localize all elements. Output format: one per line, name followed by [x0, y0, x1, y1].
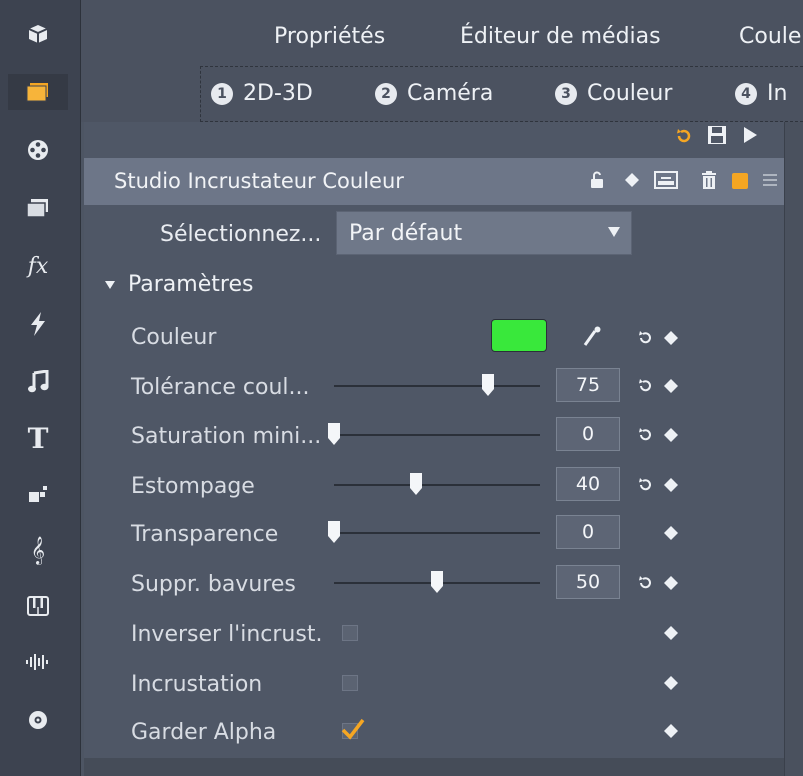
- step-2d3d[interactable]: 1 2D-3D: [211, 81, 313, 106]
- treble-clef-icon[interactable]: 𝄞: [20, 532, 56, 568]
- reset-icon[interactable]: [636, 476, 654, 494]
- slider-thumb[interactable]: [328, 521, 340, 543]
- keyframe-icon[interactable]: [664, 676, 678, 690]
- param-label-saturation: Saturation mini...: [131, 424, 322, 449]
- save-icon[interactable]: [707, 125, 727, 145]
- saturation-slider[interactable]: [328, 423, 540, 445]
- dropdown-arrow-icon: [608, 227, 620, 237]
- mosaic-icon[interactable]: [20, 476, 56, 512]
- param-label-couleur: Couleur: [131, 325, 217, 350]
- param-label-transparence: Transparence: [131, 522, 279, 547]
- estompage-slider[interactable]: [334, 473, 540, 495]
- step-tabs: 1 2D-3D 2 Caméra 3 Couleur 4 In: [200, 66, 803, 122]
- step-number: 2: [375, 82, 397, 105]
- tool-rail: fx T 𝄞: [0, 0, 81, 776]
- keyframe-icon[interactable]: [625, 173, 639, 187]
- effect-header[interactable]: Studio Incrustateur Couleur: [84, 158, 784, 205]
- transparence-value-field[interactable]: 0: [556, 515, 620, 549]
- param-label-incrustation: Incrustation: [131, 672, 263, 697]
- inverser-checkbox[interactable]: [342, 625, 358, 641]
- param-label-alpha: Garder Alpha: [131, 720, 277, 745]
- alpha-checkbox[interactable]: [341, 718, 365, 740]
- preset-dropdown[interactable]: Par défaut: [336, 211, 632, 255]
- right-divider: [784, 122, 803, 776]
- panel-view-icon[interactable]: [654, 171, 678, 189]
- preset-label: Sélectionnez...: [160, 222, 322, 247]
- effect-panel: Studio Incrustateur Couleur Sélectionnez…: [84, 122, 784, 758]
- eyedropper-icon[interactable]: [582, 325, 602, 347]
- estompage-value-field[interactable]: 40: [556, 467, 620, 501]
- keyframe-icon[interactable]: [664, 428, 678, 442]
- lightning-icon[interactable]: [20, 306, 56, 342]
- step-number: 3: [555, 82, 577, 105]
- reset-icon[interactable]: [636, 377, 654, 395]
- bavures-value-field[interactable]: 50: [556, 565, 620, 599]
- saturation-value-field[interactable]: 0: [556, 417, 620, 451]
- title-text-icon[interactable]: T: [20, 420, 56, 456]
- reset-icon[interactable]: [636, 426, 654, 444]
- effect-title: Studio Incrustateur Couleur: [114, 169, 404, 193]
- reset-all-icon[interactable]: [675, 127, 693, 145]
- music-note-icon[interactable]: [20, 364, 56, 400]
- step-in[interactable]: 4 In: [735, 81, 787, 106]
- enable-toggle-icon[interactable]: [732, 173, 748, 189]
- keyframe-icon[interactable]: [664, 724, 678, 738]
- waveform-icon[interactable]: [20, 644, 56, 680]
- keyframe-icon[interactable]: [664, 331, 678, 345]
- keyframe-icon[interactable]: [664, 526, 678, 540]
- play-icon[interactable]: [742, 126, 758, 144]
- bavures-slider[interactable]: [334, 571, 540, 593]
- param-label-tolerance: Tolérance coul...: [131, 375, 310, 400]
- step-label: 2D-3D: [243, 81, 313, 106]
- piano-icon[interactable]: [20, 588, 56, 624]
- tab-proprietes[interactable]: Propriétés: [274, 24, 385, 49]
- top-tab-bar: Propriétés Éditeur de médias Coule: [81, 0, 803, 66]
- slider-thumb[interactable]: [482, 374, 494, 396]
- collapse-triangle-icon: [105, 280, 115, 289]
- bottom-strip: [84, 758, 784, 776]
- incrustation-checkbox[interactable]: [342, 675, 358, 691]
- param-label-inverser: Inverser l'incrust.: [131, 622, 323, 647]
- trash-icon[interactable]: [701, 171, 717, 189]
- film-reel-icon[interactable]: [20, 132, 56, 168]
- disc-icon[interactable]: [20, 702, 56, 738]
- reset-icon[interactable]: [636, 574, 654, 592]
- library-icon[interactable]: [8, 74, 68, 110]
- menu-icon[interactable]: [763, 174, 777, 186]
- tab-editeur-medias[interactable]: Éditeur de médias: [460, 24, 661, 49]
- step-label: Caméra: [407, 81, 494, 106]
- keyframe-icon[interactable]: [664, 626, 678, 640]
- step-label: In: [767, 81, 788, 106]
- checkmark-icon: [341, 718, 365, 740]
- color-swatch[interactable]: [491, 319, 547, 352]
- step-couleur[interactable]: 3 Couleur: [555, 81, 672, 106]
- keyframe-icon[interactable]: [664, 478, 678, 492]
- slider-thumb[interactable]: [328, 423, 340, 445]
- fx-icon[interactable]: fx: [20, 248, 56, 284]
- clips-icon[interactable]: [20, 190, 56, 226]
- keyframe-icon[interactable]: [664, 379, 678, 393]
- parameters-section-header[interactable]: Paramètres: [104, 272, 253, 297]
- step-number: 4: [735, 82, 757, 105]
- transparence-slider[interactable]: [328, 521, 540, 543]
- tab-couleur[interactable]: Coule: [739, 24, 801, 49]
- box-icon[interactable]: [20, 16, 56, 52]
- step-number: 1: [211, 82, 233, 105]
- preset-value: Par défaut: [349, 220, 463, 246]
- slider-thumb[interactable]: [431, 571, 443, 593]
- reset-icon[interactable]: [636, 329, 654, 347]
- step-camera[interactable]: 2 Caméra: [375, 81, 493, 106]
- step-label: Couleur: [587, 81, 673, 106]
- slider-thumb[interactable]: [410, 473, 422, 495]
- panel-toolbar: [84, 122, 784, 158]
- tolerance-value-field[interactable]: 75: [556, 368, 620, 402]
- param-label-bavures: Suppr. bavures: [131, 572, 296, 597]
- steps-bar-left: [81, 66, 200, 122]
- tolerance-slider[interactable]: [334, 374, 540, 396]
- unlock-icon[interactable]: [590, 171, 604, 189]
- keyframe-icon[interactable]: [664, 576, 678, 590]
- section-label: Paramètres: [128, 272, 254, 297]
- param-label-estompage: Estompage: [131, 474, 255, 499]
